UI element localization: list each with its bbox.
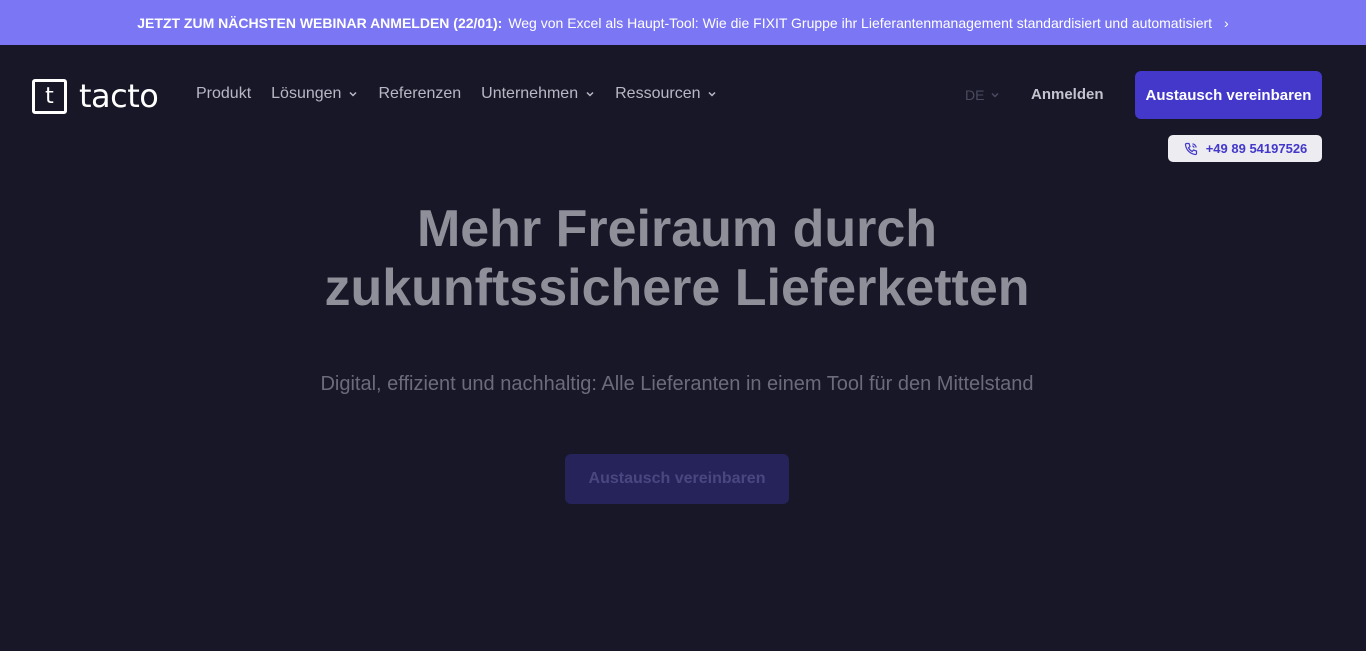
login-link[interactable]: Anmelden xyxy=(1031,86,1104,103)
hero-title-line-2: zukunftssichere Lieferketten xyxy=(324,259,1030,317)
nav-item-label: Referenzen xyxy=(378,85,462,102)
nav-item-produkt[interactable]: Produkt xyxy=(196,85,251,103)
phone-icon xyxy=(1184,142,1197,155)
language-selector[interactable]: DE xyxy=(965,87,1000,103)
nav-item-loesungen[interactable]: Lösungen xyxy=(271,85,358,103)
book-meeting-button[interactable]: Austausch vereinbaren xyxy=(1135,71,1322,119)
nav-item-unternehmen[interactable]: Unternehmen xyxy=(481,85,595,103)
nav-item-label: Ressourcen xyxy=(615,85,701,102)
nav-item-referenzen[interactable]: Referenzen xyxy=(378,85,461,103)
hero-cta-button[interactable]: Austausch vereinbaren xyxy=(565,454,789,504)
main-nav: Produkt Lösungen Referenzen Unternehmen … xyxy=(196,85,717,103)
chevron-right-icon: › xyxy=(1224,14,1229,31)
hero-title: Mehr Freiraum durch zukunftssichere Lief… xyxy=(0,200,1354,318)
chevron-down-icon xyxy=(349,91,357,97)
language-label: DE xyxy=(965,87,985,103)
nav-item-ressourcen[interactable]: Ressourcen xyxy=(615,85,717,103)
announcement-banner[interactable]: JETZT ZUM NÄCHSTEN WEBINAR ANMELDEN (22/… xyxy=(0,0,1366,45)
logo-text: tacto xyxy=(79,77,159,115)
chevron-down-icon xyxy=(991,92,999,98)
chevron-down-icon xyxy=(586,91,594,97)
nav-item-label: Unternehmen xyxy=(481,85,579,102)
banner-headline: JETZT ZUM NÄCHSTEN WEBINAR ANMELDEN (22/… xyxy=(137,14,503,31)
hero-subtitle: Digital, effizient und nachhaltig: Alle … xyxy=(320,373,1034,395)
phone-number: +49 89 54197526 xyxy=(1205,141,1308,156)
nav-item-label: Lösungen xyxy=(271,85,342,102)
chevron-down-icon xyxy=(708,91,717,97)
site-header: t tacto Produkt Lösungen Referenzen Unte… xyxy=(0,45,1366,162)
nav-item-label: Produkt xyxy=(196,85,252,102)
logo[interactable]: t tacto xyxy=(32,77,159,115)
hero-title-line-1: Mehr Freiraum durch xyxy=(416,200,938,258)
logo-mark: t xyxy=(32,78,67,114)
phone-link[interactable]: +49 89 54197526 xyxy=(1168,135,1322,162)
banner-text: Weg von Excel als Haupt-Tool: Wie die FI… xyxy=(508,14,1213,31)
